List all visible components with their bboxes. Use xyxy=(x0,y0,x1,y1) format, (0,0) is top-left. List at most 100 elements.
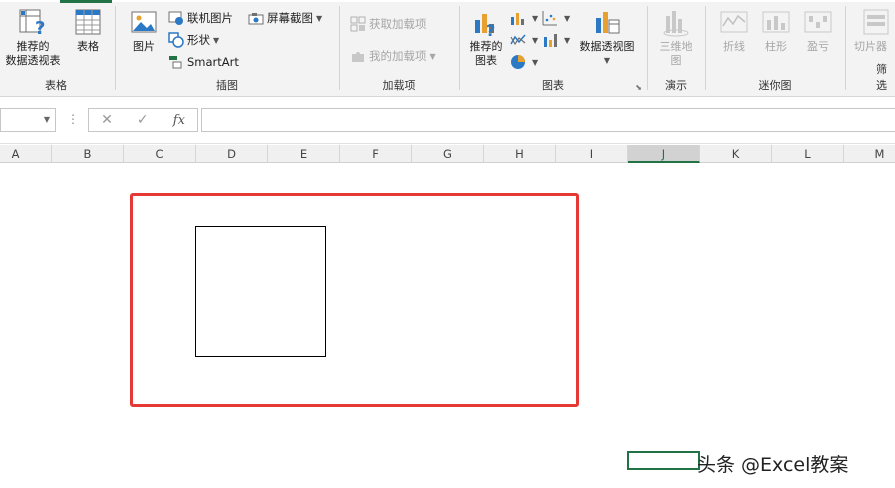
pivottable-label-1: 推荐的 xyxy=(16,40,50,53)
column-header-i[interactable]: I xyxy=(556,145,628,163)
pivottable-icon: ? xyxy=(19,9,45,38)
recommended-charts-icon: ? xyxy=(475,14,495,38)
picture-label: 图片 xyxy=(133,40,155,53)
chevron-down-icon: ▼ xyxy=(603,56,611,65)
group-addins: 获取加载项 我的加载项 ▼ 加载项 xyxy=(340,4,458,96)
ribbon: ? 推荐的 数据透视表 表格 表格 图片 联机图片 形状 ▼ SmartArt … xyxy=(0,0,895,97)
group-label-illustrations: 插图 xyxy=(216,79,238,92)
group-tours: 三维地 图 演示 xyxy=(648,4,704,96)
column-headers: ABCDEFGHIJKLM xyxy=(0,145,895,163)
active-tab-indicator xyxy=(60,0,112,3)
chevron-down-icon: ▼ xyxy=(532,57,539,67)
line-chart-button[interactable]: ▼ xyxy=(510,30,538,50)
formula-input[interactable] xyxy=(201,108,895,132)
recommended-charts-label-1: 推荐的 xyxy=(469,40,503,53)
column-header-f[interactable]: F xyxy=(340,145,412,163)
shapes-button[interactable]: 形状 ▼ xyxy=(168,30,219,50)
group-label-charts: 图表 xyxy=(542,79,564,92)
table-label: 表格 xyxy=(77,40,99,53)
recommended-charts-button[interactable]: ? 推荐的 图表 xyxy=(466,6,506,68)
picture-button[interactable]: 图片 xyxy=(126,6,162,54)
online-picture-button[interactable]: 联机图片 xyxy=(168,8,233,28)
chevron-down-icon[interactable]: ▼ xyxy=(44,115,50,124)
column-header-j[interactable]: J xyxy=(628,145,700,163)
column-header-k[interactable]: K xyxy=(700,145,772,163)
smartart-button[interactable]: SmartArt xyxy=(168,52,239,72)
recommended-charts-label-2: 图表 xyxy=(475,54,497,67)
sparkline-column-icon xyxy=(762,11,790,33)
svg-text:?: ? xyxy=(35,18,45,38)
column-header-m[interactable]: M xyxy=(844,145,895,163)
group-sparklines: 折线 柱形 盈亏 迷你图 xyxy=(706,4,844,96)
pivotchart-icon xyxy=(596,12,620,34)
name-box[interactable]: ▼ xyxy=(0,108,56,132)
group-filters: 切片器 筛选 xyxy=(846,4,895,96)
column-header-a[interactable]: A xyxy=(0,145,52,163)
store-icon xyxy=(350,16,366,32)
column-header-c[interactable]: C xyxy=(124,145,196,163)
sparkline-column-label: 柱形 xyxy=(765,40,787,53)
enter-icon[interactable]: ✓ xyxy=(137,112,149,128)
screenshot-button[interactable]: 屏幕截图 ▼ xyxy=(248,8,322,28)
shapes-label: 形状 xyxy=(187,33,210,47)
table-button[interactable]: 表格 xyxy=(70,6,106,54)
get-addins-button[interactable]: 获取加载项 xyxy=(350,14,427,34)
chevron-down-icon: ▼ xyxy=(213,35,220,45)
column-header-h[interactable]: H xyxy=(484,145,556,163)
chevron-down-icon: ▼ xyxy=(564,13,571,23)
active-cell[interactable] xyxy=(627,451,700,470)
pivotchart-button[interactable]: 数据透视图 ▼ xyxy=(574,6,640,68)
insert-function-icon[interactable]: fx xyxy=(173,113,185,128)
watermark-text: 头条 @Excel教案 xyxy=(697,454,849,476)
pie-chart-button[interactable]: ▼ xyxy=(510,52,538,72)
column-header-b[interactable]: B xyxy=(52,145,124,163)
pivottable-label-2: 数据透视表 xyxy=(5,54,61,67)
square-shape[interactable] xyxy=(195,226,326,357)
column-header-g[interactable]: G xyxy=(412,145,484,163)
group-label-addins: 加载项 xyxy=(382,79,416,92)
formula-buttons: ✕ ✓ fx xyxy=(88,108,198,132)
online-picture-icon xyxy=(168,11,183,25)
my-addins-button[interactable]: 我的加载项 ▼ xyxy=(350,46,436,66)
sparkline-line-button[interactable]: 折线 xyxy=(714,6,754,54)
screenshot-icon xyxy=(248,13,264,25)
slicer-icon xyxy=(863,9,889,35)
chevron-down-icon: ▼ xyxy=(532,35,539,45)
dialog-launcher-icon[interactable]: ⬊ xyxy=(635,83,642,92)
sparkline-winloss-button[interactable]: 盈亏 xyxy=(798,6,838,54)
column-header-l[interactable]: L xyxy=(772,145,844,163)
sparkline-winloss-label: 盈亏 xyxy=(807,40,829,53)
screenshot-label: 屏幕截图 xyxy=(267,11,313,25)
globe-map-icon xyxy=(663,11,689,37)
group-illustrations: 图片 联机图片 形状 ▼ SmartArt 屏幕截图 ▼ 插图 xyxy=(116,4,338,96)
3d-map-button[interactable]: 三维地 图 xyxy=(654,6,698,68)
online-picture-label: 联机图片 xyxy=(187,11,233,25)
recommended-pivottable-button[interactable]: ? 推荐的 数据透视表 xyxy=(2,6,64,68)
drag-handle-icon[interactable]: ⋮ xyxy=(67,112,79,126)
sparkline-winloss-icon xyxy=(804,11,832,33)
chevron-down-icon: ▼ xyxy=(532,13,539,23)
slicer-label: 切片器 xyxy=(854,40,887,53)
chevron-down-icon: ▼ xyxy=(316,13,323,23)
group-label-filters: 筛选 xyxy=(876,63,887,92)
hierarchy-chart-button[interactable]: ▼ xyxy=(542,8,570,28)
group-charts: ? 推荐的 图表 ▼ ▼ ▼ ▼ ▼ 数据透视图 ▼ 图表 ⬊ xyxy=(460,4,646,96)
column-chart-icon xyxy=(511,13,524,25)
group-label-tours: 演示 xyxy=(665,79,687,92)
scatter-chart-icon xyxy=(542,11,557,26)
column-header-e[interactable]: E xyxy=(268,145,340,163)
cancel-icon[interactable]: ✕ xyxy=(101,112,113,128)
bar-combo-chart-icon xyxy=(544,34,557,47)
column-chart-button[interactable]: ▼ xyxy=(510,8,538,28)
table-icon xyxy=(75,9,101,35)
stat-chart-button[interactable]: ▼ xyxy=(542,30,570,50)
formula-bar: ▼ ⋮ ✕ ✓ fx xyxy=(0,98,895,144)
sparkline-line-label: 折线 xyxy=(723,40,745,53)
my-addins-icon xyxy=(352,52,364,62)
sparkline-column-button[interactable]: 柱形 xyxy=(756,6,796,54)
slicer-button[interactable]: 切片器 xyxy=(854,6,895,54)
column-header-d[interactable]: D xyxy=(196,145,268,163)
picture-icon xyxy=(131,11,157,33)
sparkline-line-icon xyxy=(720,11,748,33)
pie-chart-icon xyxy=(511,55,525,69)
